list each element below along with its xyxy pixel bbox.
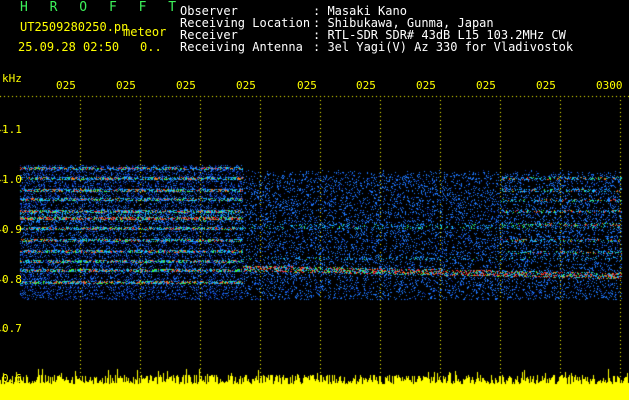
x-tick-label: 025 bbox=[236, 79, 256, 92]
file-name: UT2509280250.pn bbox=[20, 20, 129, 34]
x-tick-label: 025 bbox=[297, 79, 317, 92]
mode-label: meteor bbox=[123, 25, 167, 39]
date-time: 25.09.28 02:50 bbox=[18, 40, 120, 54]
antenna-value: : 3el Yagi(V) Az 330 for Vladivostok bbox=[313, 40, 574, 54]
x-tick-label: 025 bbox=[56, 79, 76, 92]
x-tick-label: 025 bbox=[476, 79, 496, 92]
y-tick-label: 1.1 bbox=[2, 123, 22, 136]
app-name: H R O F F T bbox=[20, 0, 184, 15]
y-tick-label: 0.6 bbox=[2, 372, 22, 385]
y-unit-label: kHz bbox=[2, 72, 22, 85]
spectrogram-canvas bbox=[0, 0, 629, 400]
y-tick-label: 0.8 bbox=[2, 273, 22, 286]
y-tick-label: 1.0 bbox=[2, 173, 22, 186]
antenna-label: Receiving Antenna bbox=[180, 40, 303, 54]
hrofft-window: H R O F F T UT2509280250.pn meteor 25.09… bbox=[0, 0, 629, 400]
counter-label: 0.. bbox=[140, 40, 162, 54]
x-tick-label: 0300 bbox=[596, 79, 623, 92]
x-tick-label: 025 bbox=[116, 79, 136, 92]
y-tick-label: 0.9 bbox=[2, 223, 22, 236]
x-tick-label: 025 bbox=[536, 79, 556, 92]
x-tick-label: 025 bbox=[416, 79, 436, 92]
y-tick-label: 0.7 bbox=[2, 322, 22, 335]
x-tick-label: 025 bbox=[356, 79, 376, 92]
x-tick-label: 025 bbox=[176, 79, 196, 92]
